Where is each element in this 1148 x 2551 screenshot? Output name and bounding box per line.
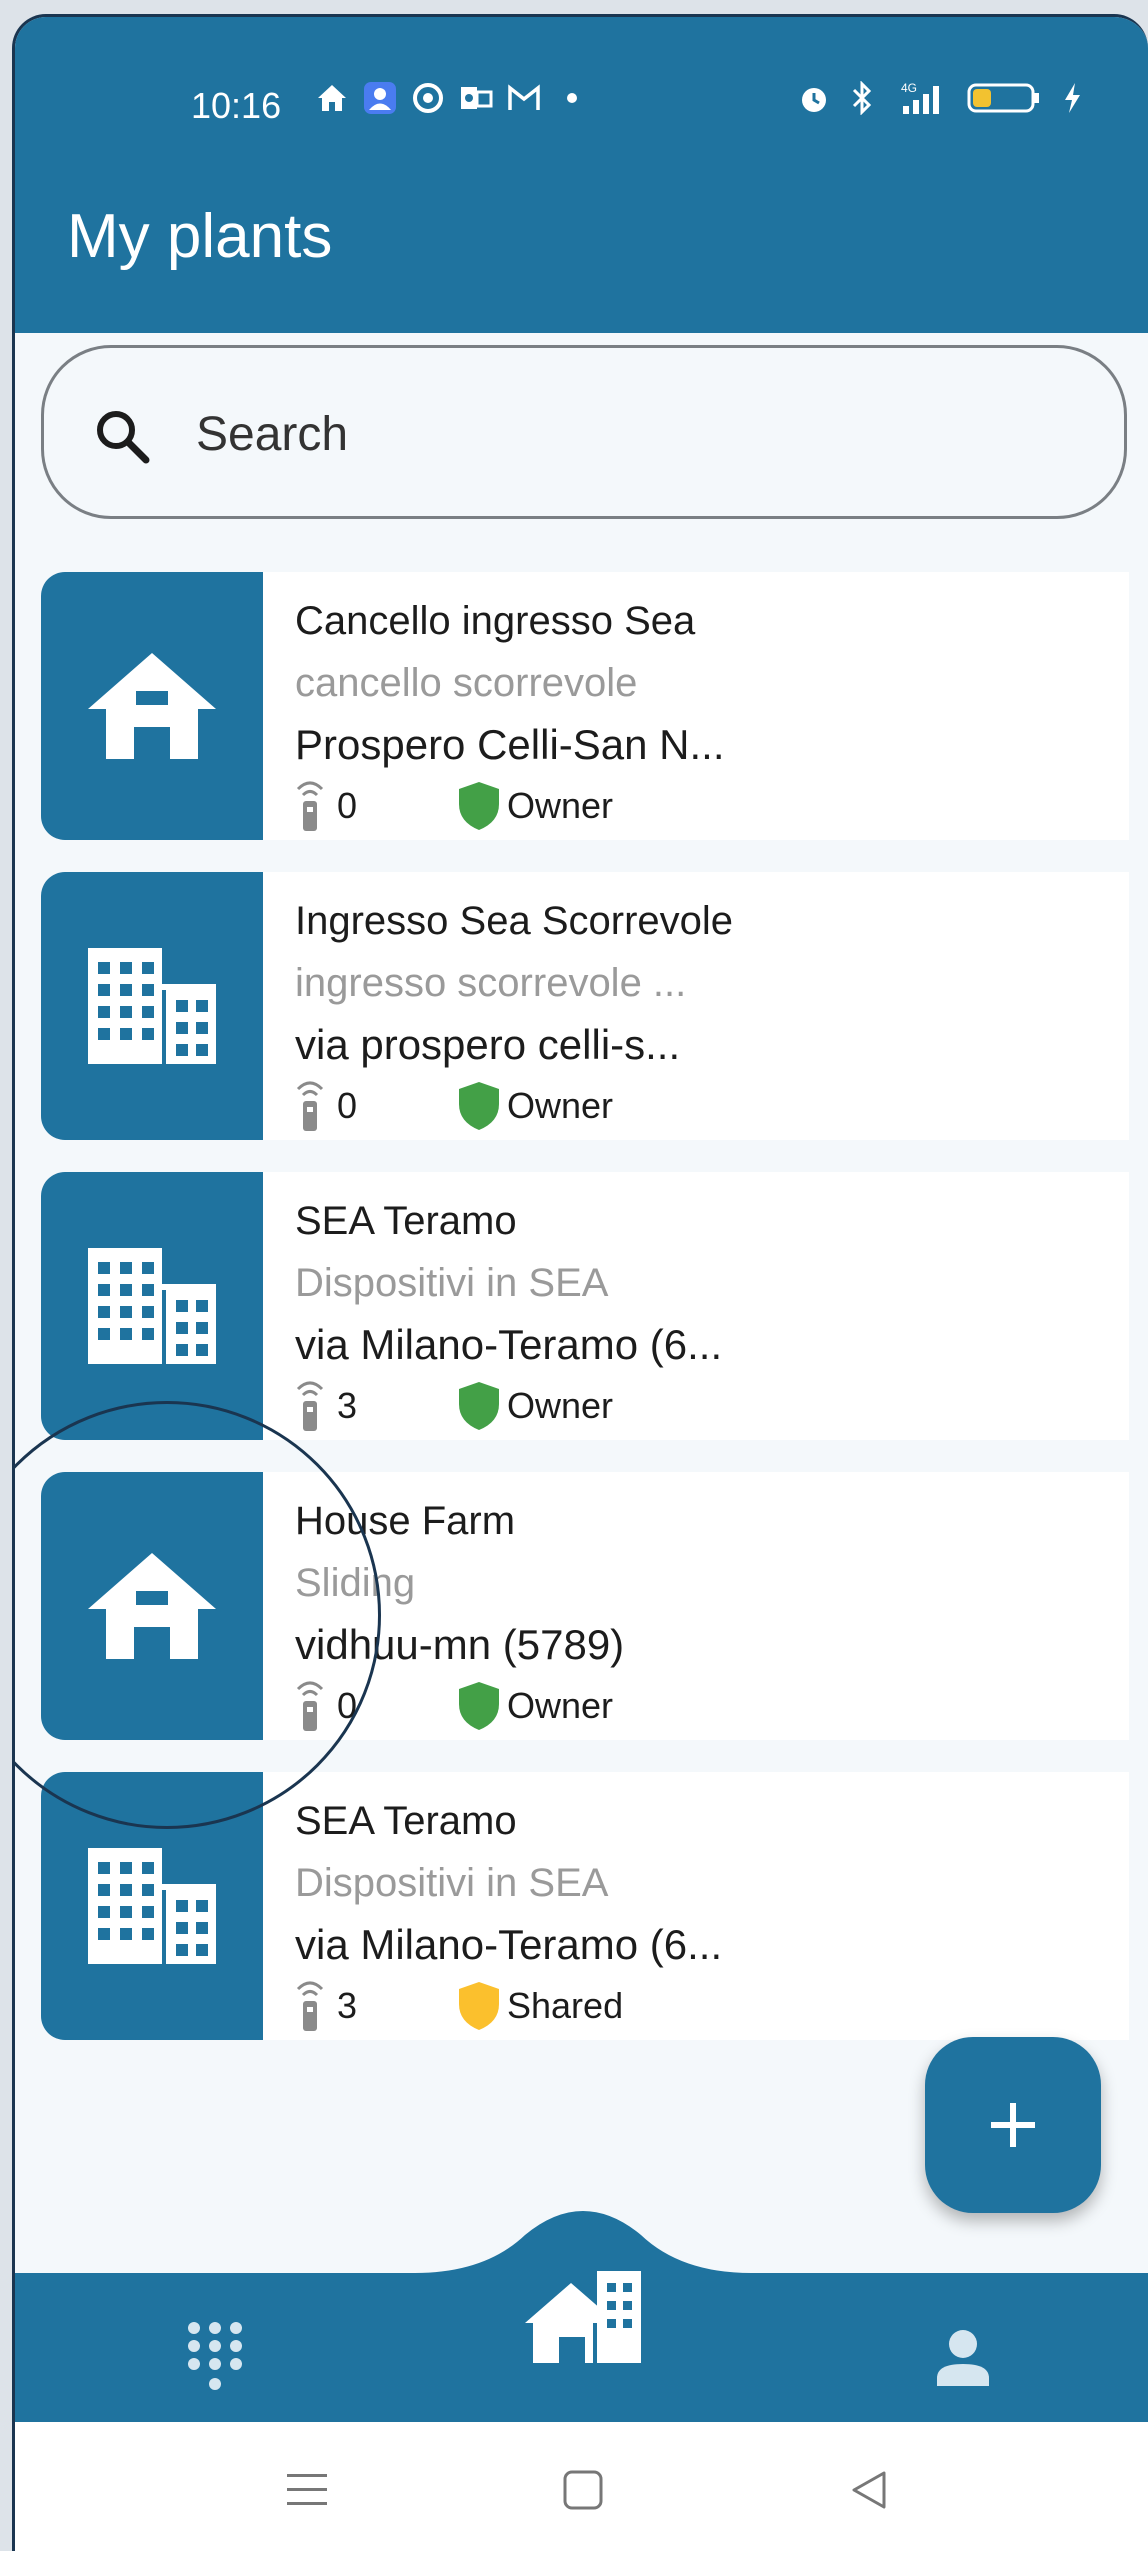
role-label: Owner [507,785,614,826]
plant-meta: 3 Owner [295,1376,1109,1436]
plant-meta: 3 Shared [295,1976,1109,2036]
building-icon [88,1848,216,1964]
role-label: Owner [507,1385,614,1426]
plant-meta: 0 Owner [295,1076,1109,1136]
shield-icon [459,782,499,830]
plant-card[interactable]: SEA Teramo Dispositivi in SEA via Milano… [41,1772,1129,2040]
remote-control-icon [296,1381,324,1431]
keypad-nav-button[interactable] [165,2307,265,2407]
plant-info: House Farm Sliding vidhuu-mn (5789) 0 Ow… [295,1490,1109,1736]
role-label: Owner [507,1085,614,1126]
plant-address: via prospero celli-s... [295,1021,681,1068]
plant-description: ingresso scorrevole ... [295,961,687,1005]
back-triangle-icon [852,2471,886,2509]
plant-thumbnail [41,1172,263,1440]
search-bar[interactable] [41,345,1127,519]
plant-description: Dispositivi in SEA [295,1261,609,1305]
remote-control-icon [296,781,324,831]
plant-description: cancello scorrevole [295,661,638,705]
battery-status-icon [967,81,1041,115]
app-bar: My plants [15,157,1148,333]
plant-info: Cancello ingresso Sea cancello scorrevol… [295,590,1109,836]
recent-apps-button[interactable] [279,2462,335,2518]
plant-thumbnail [41,1772,263,2040]
bottom-navigation [15,2177,1148,2427]
plant-name: SEA Teramo [295,1199,517,1243]
role-label: Owner [507,1685,614,1726]
plant-card[interactable]: Cancello ingresso Sea cancello scorrevol… [41,572,1129,840]
plant-name: SEA Teramo [295,1799,517,1843]
phone-screen: 10:16 4G My plants Search Cancello ingre… [12,14,1148,2551]
plant-info: SEA Teramo Dispositivi in SEA via Milano… [295,1190,1109,1436]
search-input[interactable] [194,388,1078,480]
status-notification-icons [315,81,589,115]
bluetooth-status-icon [845,81,879,115]
plants-nav-button[interactable] [513,2257,653,2377]
house-icon [88,1553,216,1659]
system-back-button[interactable] [841,2462,897,2518]
plant-thumbnail [41,1472,263,1740]
account-status-icon [363,81,397,115]
home-status-icon [315,81,349,115]
chrome-status-icon [411,81,445,115]
profile-nav-button[interactable] [913,2307,1013,2407]
system-navigation-bar [15,2422,1148,2551]
plant-name: House Farm [295,1499,516,1543]
plant-card[interactable]: Ingresso Sea Scorrevole ingresso scorrev… [41,872,1129,1140]
remote-control-icon [296,1681,324,1731]
plant-card[interactable]: House Farm Sliding vidhuu-mn (5789) 0 Ow… [41,1472,1129,1740]
building-icon [88,1248,216,1364]
plant-description: Sliding [295,1561,416,1605]
device-count: 3 [337,1985,358,2026]
charging-status-icon [1055,81,1089,115]
building-icon [88,948,216,1064]
profile-icon [937,2330,989,2386]
plus-icon [991,2103,1035,2147]
plant-name: Cancello ingresso Sea [295,599,696,643]
plant-address: via Milano-Teramo (6... [295,1321,723,1368]
signal-4g-status-icon: 4G [893,81,953,115]
network-label: 4G [901,81,917,95]
house-icon [88,653,216,759]
menu-icon [287,2474,327,2505]
plant-card[interactable]: SEA Teramo Dispositivi in SEA via Milano… [41,1172,1129,1440]
home-square-icon [563,2470,603,2510]
dot-status-icon [555,81,589,115]
shield-icon [459,1082,499,1130]
gmail-status-icon [507,81,541,115]
plant-address: vidhuu-mn (5789) [295,1621,625,1668]
plant-address: Prospero Celli-San N... [295,721,725,768]
shield-icon [459,1982,499,2030]
page-title: My plants [67,202,333,271]
outlook-status-icon [459,81,493,115]
status-time: 10:16 [191,85,282,126]
plant-info: Ingresso Sea Scorrevole ingresso scorrev… [295,890,1109,1136]
shield-icon [459,1382,499,1430]
plant-description: Dispositivi in SEA [295,1861,609,1905]
plant-thumbnail [41,872,263,1140]
keypad-icon [188,2322,242,2390]
shield-icon [459,1682,499,1730]
plant-meta: 0 Owner [295,776,1109,836]
plant-meta: 0 Owner [295,1676,1109,1736]
device-count: 0 [337,1085,358,1126]
plant-name: Ingresso Sea Scorrevole [295,899,734,943]
plant-thumbnail [41,572,263,840]
status-system-icons: 4G [797,81,1089,115]
alarm-status-icon [797,81,831,115]
system-home-button[interactable] [555,2462,611,2518]
remote-control-icon [296,1081,324,1131]
plants-home-icon [525,2271,641,2363]
device-count: 0 [337,785,358,826]
device-count: 3 [337,1385,358,1426]
search-icon [97,411,150,464]
plant-address: via Milano-Teramo (6... [295,1921,723,1968]
role-label: Shared [507,1985,624,2026]
device-count: 0 [337,1685,358,1726]
remote-control-icon [296,1981,324,2031]
plant-info: SEA Teramo Dispositivi in SEA via Milano… [295,1790,1109,2036]
